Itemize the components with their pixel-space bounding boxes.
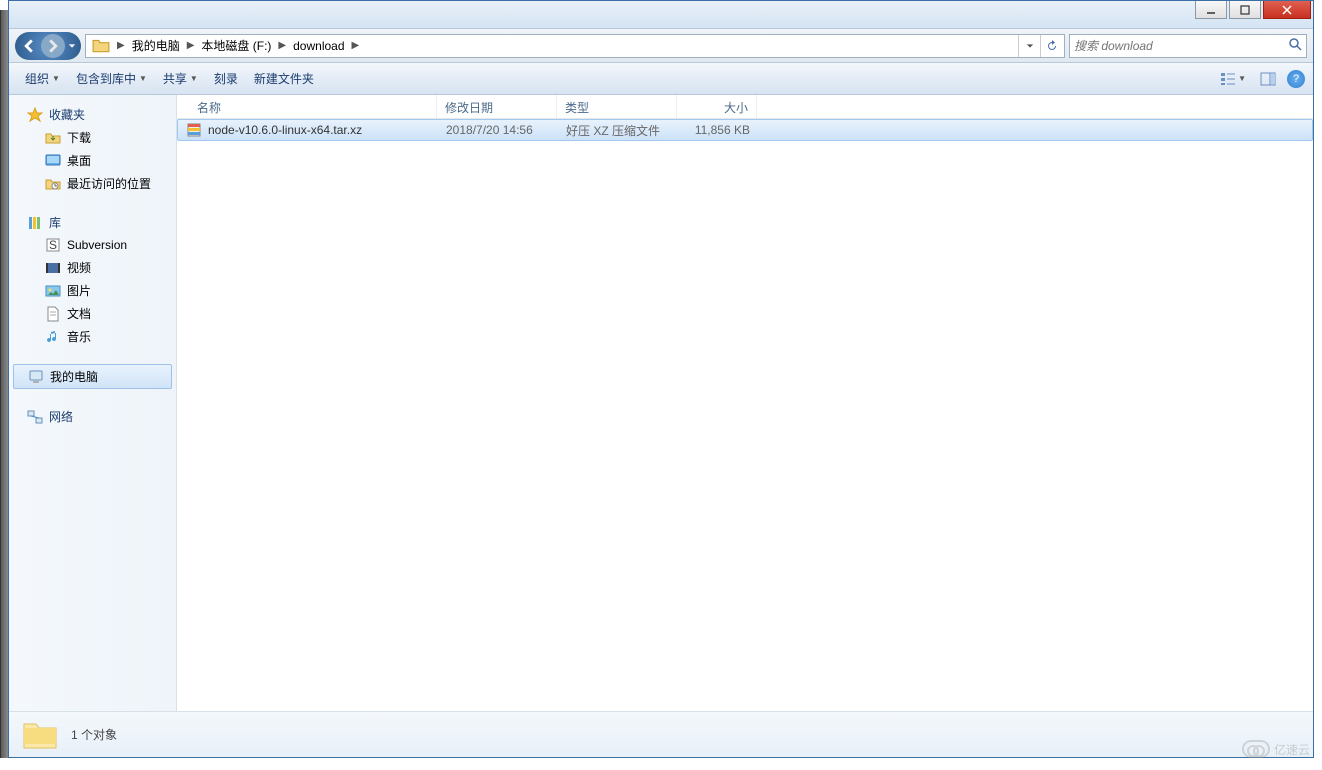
recent-icon	[45, 176, 61, 192]
titlebar	[9, 1, 1313, 29]
sidebar-item-subversion[interactable]: S Subversion	[9, 234, 176, 256]
minimize-button[interactable]	[1195, 1, 1227, 19]
sidebar-label: 视频	[67, 259, 91, 276]
preview-pane-icon	[1260, 72, 1276, 86]
chevron-right-icon[interactable]: ▶	[184, 40, 198, 51]
desktop-icon	[45, 153, 61, 169]
sidebar-item-desktop[interactable]: 桌面	[9, 149, 176, 172]
computer-icon	[28, 369, 44, 385]
col-size[interactable]: 大小	[677, 95, 757, 118]
chevron-right-icon[interactable]: ▶	[275, 40, 289, 51]
library-icon	[27, 215, 43, 231]
music-icon	[45, 329, 61, 345]
chevron-right-icon[interactable]: ▶	[114, 40, 128, 51]
sidebar-item-recent[interactable]: 最近访问的位置	[9, 172, 176, 195]
search-box[interactable]	[1069, 34, 1307, 58]
organize-button[interactable]: 组织▼	[17, 66, 68, 91]
file-name: node-v10.6.0-linux-x64.tar.xz	[208, 123, 362, 137]
libraries-label: 库	[49, 214, 61, 231]
sidebar-item-documents[interactable]: 文档	[9, 302, 176, 325]
address-bar: ▶ 我的电脑 ▶ 本地磁盘 (F:) ▶ download ▶	[9, 29, 1313, 63]
breadcrumb-drive[interactable]: 本地磁盘 (F:)	[197, 37, 275, 54]
favorites-header[interactable]: 收藏夹	[9, 103, 176, 126]
watermark-logo-icon	[1242, 740, 1270, 758]
path-dropdown[interactable]	[1018, 35, 1040, 57]
col-date[interactable]: 修改日期	[437, 95, 557, 118]
file-name-cell: node-v10.6.0-linux-x64.tar.xz	[178, 122, 438, 138]
sidebar-label: 最近访问的位置	[67, 175, 151, 192]
sidebar-label: 我的电脑	[50, 368, 98, 385]
preview-pane-button[interactable]	[1253, 69, 1283, 89]
video-icon	[45, 260, 61, 276]
network-icon	[27, 409, 43, 425]
col-name[interactable]: 名称	[177, 95, 437, 118]
file-size: 11,856 KB	[678, 123, 758, 137]
breadcrumb-folder[interactable]: download	[289, 39, 348, 53]
sidebar-item-video[interactable]: 视频	[9, 256, 176, 279]
watermark-text: 亿速云	[1274, 741, 1310, 758]
close-button[interactable]	[1263, 1, 1311, 19]
file-row[interactable]: node-v10.6.0-linux-x64.tar.xz 2018/7/20 …	[177, 119, 1313, 141]
sidebar-label: 图片	[67, 282, 91, 299]
favorites-group: 收藏夹 下载 桌面 最近访问的位置	[9, 103, 176, 195]
file-list[interactable]: node-v10.6.0-linux-x64.tar.xz 2018/7/20 …	[177, 119, 1313, 711]
sidebar-item-computer[interactable]: 我的电脑	[13, 364, 172, 389]
refresh-button[interactable]	[1040, 35, 1062, 57]
sidebar-item-pictures[interactable]: 图片	[9, 279, 176, 302]
sidebar-label: Subversion	[67, 238, 127, 252]
chevron-right-icon[interactable]: ▶	[349, 40, 363, 51]
nav-buttons	[15, 32, 81, 60]
picture-icon	[45, 283, 61, 299]
computer-group: 我的电脑	[9, 364, 176, 389]
breadcrumb-computer[interactable]: 我的电脑	[128, 37, 184, 54]
folder-large-icon	[21, 716, 59, 754]
svg-text:S: S	[49, 238, 57, 252]
status-text: 1 个对象	[71, 726, 117, 743]
status-bar: 1 个对象	[9, 711, 1313, 757]
file-type: 好压 XZ 压缩文件	[558, 122, 678, 139]
search-input[interactable]	[1074, 39, 1288, 53]
toolbar: 组织▼ 包含到库中▼ 共享▼ 刻录 新建文件夹 ▼ ?	[9, 63, 1313, 95]
folder-icon	[92, 37, 110, 55]
sidebar-label: 音乐	[67, 328, 91, 345]
document-icon	[45, 306, 61, 322]
svn-icon: S	[45, 237, 61, 253]
file-pane: 名称 修改日期 类型 大小 node-v10.6.0-linux-x64.tar…	[177, 95, 1313, 711]
libraries-header[interactable]: 库	[9, 211, 176, 234]
body: 收藏夹 下载 桌面 最近访问的位置 库	[9, 95, 1313, 711]
sidebar: 收藏夹 下载 桌面 最近访问的位置 库	[9, 95, 177, 711]
include-library-button[interactable]: 包含到库中▼	[68, 66, 155, 91]
sidebar-item-network[interactable]: 网络	[9, 405, 176, 428]
history-dropdown[interactable]	[65, 42, 79, 50]
sidebar-item-music[interactable]: 音乐	[9, 325, 176, 348]
host-window-edge	[0, 10, 8, 758]
download-icon	[45, 130, 61, 146]
sidebar-label: 文档	[67, 305, 91, 322]
path-box[interactable]: ▶ 我的电脑 ▶ 本地磁盘 (F:) ▶ download ▶	[85, 34, 1065, 58]
view-mode-button[interactable]: ▼	[1213, 69, 1253, 89]
network-group: 网络	[9, 405, 176, 428]
sidebar-label: 网络	[49, 408, 73, 425]
col-type[interactable]: 类型	[557, 95, 677, 118]
help-button[interactable]: ?	[1287, 70, 1305, 88]
favorites-label: 收藏夹	[49, 106, 85, 123]
maximize-button[interactable]	[1229, 1, 1261, 19]
sidebar-label: 桌面	[67, 152, 91, 169]
archive-icon	[186, 122, 202, 138]
star-icon	[27, 107, 43, 123]
sidebar-item-downloads[interactable]: 下载	[9, 126, 176, 149]
search-icon[interactable]	[1288, 37, 1302, 54]
libraries-group: 库 S Subversion 视频 图片 文档	[9, 211, 176, 348]
new-folder-button[interactable]: 新建文件夹	[246, 66, 322, 91]
back-button[interactable]	[17, 34, 41, 58]
file-date: 2018/7/20 14:56	[438, 123, 558, 137]
sidebar-label: 下载	[67, 129, 91, 146]
column-headers: 名称 修改日期 类型 大小	[177, 95, 1313, 119]
forward-button[interactable]	[41, 34, 65, 58]
burn-button[interactable]: 刻录	[206, 66, 246, 91]
explorer-window: ▶ 我的电脑 ▶ 本地磁盘 (F:) ▶ download ▶ 组织▼ 包含到库…	[8, 0, 1314, 758]
watermark: 亿速云	[1242, 740, 1310, 758]
details-view-icon	[1220, 72, 1236, 86]
share-button[interactable]: 共享▼	[155, 66, 206, 91]
